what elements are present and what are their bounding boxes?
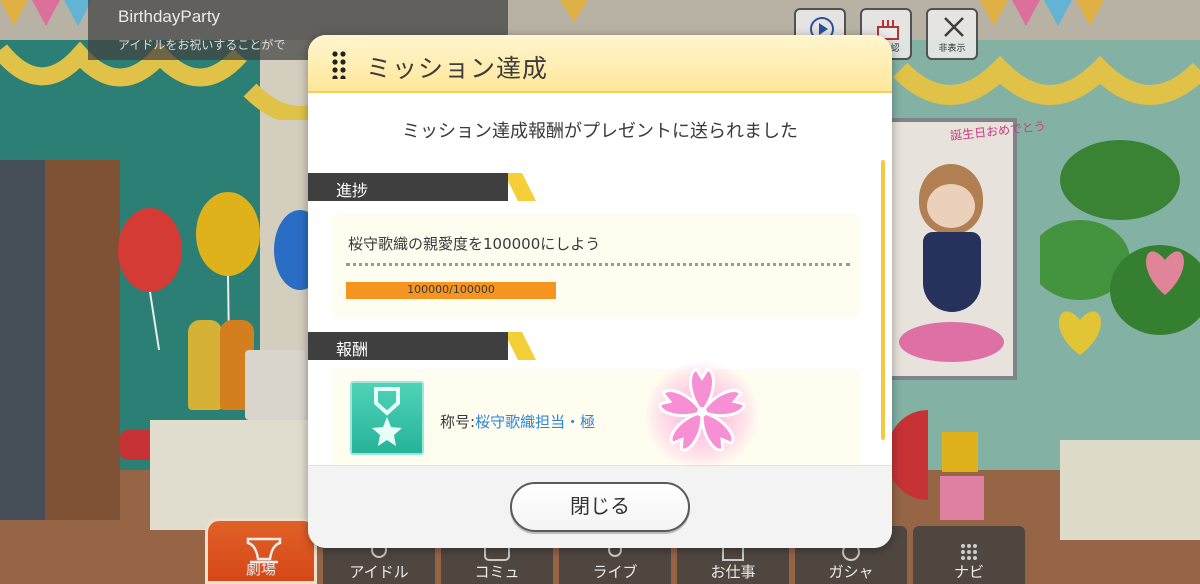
- reward-section-label: 報酬: [336, 340, 369, 359]
- progress-panel: 桜守歌織の親愛度を100000にしよう 100000/100000: [332, 213, 860, 317]
- progress-bar: 100000/100000: [346, 282, 556, 299]
- dialog-message: ミッション達成報酬がプレゼントに送られました: [402, 121, 798, 142]
- grip-icon: [332, 51, 346, 79]
- progress-section-label: 進捗: [336, 181, 369, 200]
- dotted-divider: [346, 263, 850, 266]
- mission-complete-dialog: ミッション達成 ミッション達成報酬がプレゼントに送られました 進捗 桜守歌織の親…: [308, 35, 892, 548]
- progress-text: 100000/100000: [407, 283, 495, 296]
- reward-title-link[interactable]: 桜守歌織担当・極: [475, 413, 595, 431]
- close-button[interactable]: 閉じる: [510, 482, 690, 532]
- reward-text: 称号:桜守歌織担当・極: [440, 411, 595, 432]
- medal-icon: [350, 381, 424, 455]
- dialog-header: ミッション達成: [308, 35, 892, 93]
- reward-section-header: 報酬: [308, 332, 536, 360]
- dialog-body[interactable]: ミッション達成報酬がプレゼントに送られました 進捗 桜守歌織の親愛度を10000…: [308, 95, 892, 465]
- dialog-footer: 閉じる: [308, 465, 892, 548]
- reward-panel: 称号:桜守歌織担当・極: [332, 369, 860, 465]
- progress-section-header: 進捗: [308, 173, 536, 201]
- scrollbar[interactable]: [881, 160, 885, 440]
- mission-task-text: 桜守歌織の親愛度を100000にしよう: [348, 235, 601, 253]
- sakura-flower-icon: [645, 361, 759, 469]
- reward-prefix: 称号:: [440, 413, 476, 431]
- dialog-title: ミッション達成: [366, 54, 549, 83]
